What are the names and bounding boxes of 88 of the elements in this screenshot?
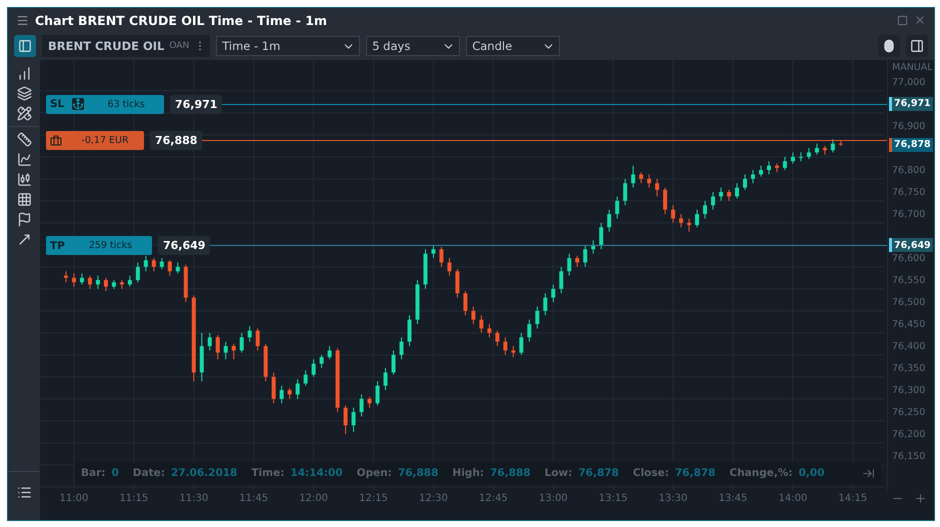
time-tick: 11:15 bbox=[119, 493, 148, 504]
price-label: 76,971 bbox=[170, 94, 222, 114]
info-value: 76,878 bbox=[578, 467, 619, 479]
instrument-name: BRENT CRUDE OIL bbox=[48, 39, 164, 53]
arrow-icon[interactable] bbox=[16, 232, 32, 247]
axis-tick: 76,450 bbox=[892, 318, 926, 330]
time-tick: 13:15 bbox=[598, 493, 628, 504]
info-value: 76,888 bbox=[490, 467, 531, 479]
price-marker: 76,971 bbox=[889, 96, 933, 111]
instrument-selector[interactable]: BRENT CRUDE OIL OAN bbox=[42, 35, 210, 57]
info-value: 0 bbox=[111, 467, 119, 479]
time-tick: 12:45 bbox=[478, 493, 508, 504]
time-tick: 14:00 bbox=[778, 493, 808, 504]
zoom-in-icon[interactable] bbox=[914, 492, 927, 505]
mouse-icon bbox=[882, 39, 896, 53]
axis-tick: 76,200 bbox=[892, 428, 926, 440]
axis-tick: 76,700 bbox=[892, 208, 926, 220]
axis-tick: 76,750 bbox=[892, 186, 926, 198]
time-tick: 12:00 bbox=[299, 493, 328, 504]
price-marker: 76,649 bbox=[889, 238, 933, 252]
info-label: Close: bbox=[632, 467, 669, 479]
price-label: 76,649 bbox=[158, 236, 210, 256]
axis-tick: 76,900 bbox=[892, 120, 926, 132]
info-value: 76,878 bbox=[674, 467, 716, 479]
price-axis[interactable]: MANUAL 77,000 76,900 76,800 76,750 76,700 76,600 76,550 76,500 76,450 76,400 76,350 76,300 76,250 76,200 76,150 76,971 76,649 76,878 bbox=[887, 60, 934, 490]
exchange-label: OAN bbox=[169, 41, 190, 51]
axis-tick: 77,000 bbox=[892, 76, 926, 88]
info-label: Change,%: bbox=[730, 467, 793, 479]
time-tick: 11:45 bbox=[239, 493, 268, 504]
info-label: Date: bbox=[132, 467, 165, 479]
axis-tick: 76,250 bbox=[892, 406, 926, 418]
line-chart-icon[interactable] bbox=[16, 152, 32, 167]
info-label: High: bbox=[452, 467, 484, 479]
position-line[interactable] bbox=[200, 140, 887, 142]
time-tick: 12:30 bbox=[419, 493, 448, 504]
panel-button[interactable] bbox=[906, 35, 928, 57]
axis-tick: 76,600 bbox=[892, 252, 926, 264]
time-tick: 14:15 bbox=[838, 493, 868, 504]
bar-chart-icon[interactable] bbox=[16, 66, 32, 81]
menu-icon[interactable] bbox=[16, 14, 29, 26]
info-value: 27.06.2018 bbox=[170, 467, 238, 479]
info-label: Bar: bbox=[81, 467, 106, 479]
time-tick: 11:00 bbox=[60, 493, 88, 504]
info-value: 0,00 bbox=[798, 467, 825, 479]
price-label: 76,888 bbox=[150, 131, 202, 150]
grid-icon[interactable] bbox=[16, 192, 32, 207]
position-label[interactable]: -0,17 EUR bbox=[46, 131, 144, 150]
dropdown-select[interactable]: Time - 1m bbox=[216, 36, 360, 56]
time-tick: 11:30 bbox=[179, 493, 208, 504]
axis-tick: 76,400 bbox=[892, 340, 926, 352]
panel-toggle-button[interactable] bbox=[14, 35, 36, 57]
time-tick: 13:30 bbox=[658, 493, 688, 504]
panel-icon bbox=[910, 39, 924, 53]
time-tick: 13:00 bbox=[538, 493, 568, 504]
axis-tick: 76,350 bbox=[892, 362, 926, 374]
layers-icon[interactable] bbox=[16, 86, 32, 101]
info-label: Open: bbox=[356, 467, 392, 479]
axis-tick: 76,150 bbox=[892, 450, 926, 462]
info-label: Time: bbox=[251, 467, 284, 479]
ruler-icon[interactable] bbox=[16, 132, 32, 147]
flag-icon[interactable] bbox=[16, 212, 32, 227]
axis-tick: 76,300 bbox=[892, 384, 926, 396]
axis-tick: 76,800 bbox=[892, 164, 926, 176]
order-label[interactable]: SL 63 ticks bbox=[46, 94, 164, 114]
axis-tick: 76,550 bbox=[892, 274, 926, 286]
panel-icon bbox=[18, 39, 32, 53]
scroll-end-icon[interactable] bbox=[862, 466, 875, 480]
last-price-marker: 76,878 bbox=[889, 138, 933, 152]
dropdown-select[interactable]: 5 days bbox=[366, 36, 460, 56]
axis-tick: 76,500 bbox=[892, 296, 926, 308]
time-tick: 12:15 bbox=[359, 493, 388, 504]
close-icon[interactable] bbox=[914, 14, 926, 26]
info-label: Low: bbox=[544, 467, 572, 479]
briefcase-icon bbox=[50, 134, 62, 147]
time-tick: 13:45 bbox=[718, 493, 748, 504]
mouse-button[interactable] bbox=[878, 35, 900, 57]
dropdown-select[interactable]: Candle bbox=[466, 36, 560, 56]
window-title: Chart BRENT CRUDE OIL Time - Time - 1m bbox=[35, 12, 328, 28]
candlestick-icon[interactable] bbox=[16, 172, 32, 187]
pencil-ruler-icon[interactable] bbox=[16, 106, 32, 121]
list-icon[interactable] bbox=[16, 485, 32, 500]
info-value: 76,888 bbox=[398, 467, 438, 479]
order-line[interactable] bbox=[220, 104, 887, 105]
order-label[interactable]: TP 259 ticks bbox=[46, 236, 152, 256]
order-line[interactable] bbox=[208, 245, 887, 246]
info-value: 14:14:00 bbox=[290, 467, 343, 479]
maximize-icon[interactable] bbox=[897, 14, 908, 26]
anchor-icon bbox=[72, 98, 84, 110]
